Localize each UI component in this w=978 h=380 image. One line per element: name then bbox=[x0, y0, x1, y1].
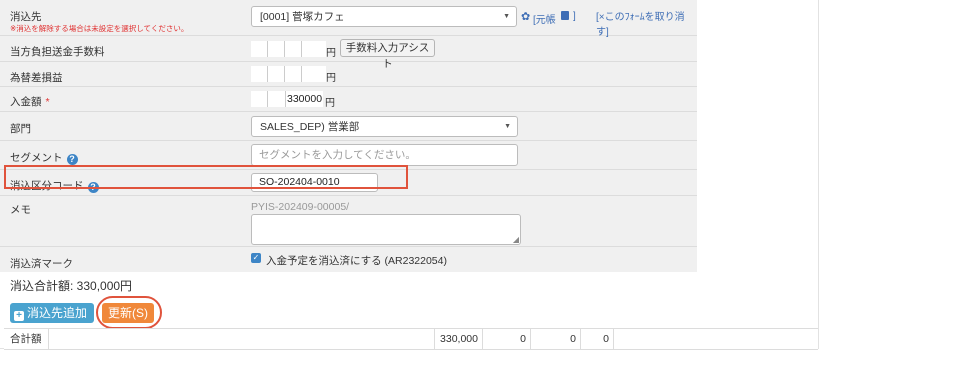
amount-segment bbox=[302, 41, 326, 57]
totals-row: 合計額 330,000 0 0 0 bbox=[4, 328, 818, 350]
segment-input[interactable]: セグメントを入力してください。 bbox=[251, 144, 518, 166]
memo-label: メモ bbox=[10, 204, 31, 216]
deposit-label-wrap: 入金額 * bbox=[10, 94, 50, 109]
amount-segment bbox=[285, 66, 302, 82]
totals-cell: 0 bbox=[530, 329, 580, 349]
amount-segment bbox=[268, 91, 286, 107]
fee-assist-button[interactable]: 手数料入力アシスト bbox=[340, 39, 435, 70]
plus-icon: + bbox=[14, 311, 24, 321]
customer-select-value: [0001] 菅塚カフェ bbox=[260, 11, 345, 23]
resize-handle-icon[interactable]: ◢ bbox=[513, 235, 519, 244]
fx-gain-loss-unit: 円 bbox=[326, 73, 336, 84]
cleared-checkbox[interactable]: ✓ bbox=[251, 253, 261, 263]
fx-gain-loss-label: 為替差損益 bbox=[10, 72, 63, 84]
amount-segment bbox=[285, 41, 302, 57]
help-icon[interactable]: ? bbox=[66, 154, 78, 165]
ledger-link-close: ] bbox=[573, 11, 576, 22]
memo-textarea[interactable]: ◢ bbox=[251, 214, 521, 245]
add-clearing-target-label: 消込先追加 bbox=[27, 306, 88, 320]
deposit-value: 330000 bbox=[286, 91, 324, 107]
row-customer: 消込先 ※消込を解除する場合は未設定を選択してください。 [0001] 菅塚カフ… bbox=[0, 0, 697, 38]
amount-segment bbox=[251, 91, 268, 107]
segment-label-wrap: セグメント? bbox=[10, 150, 78, 165]
deposit-unit: 円 bbox=[325, 98, 335, 109]
amount-segment bbox=[268, 41, 285, 57]
row-memo: メモ PYIS-202409-00005/ ◢ bbox=[0, 196, 697, 247]
ledger-link[interactable]: [元帳 bbox=[533, 11, 556, 26]
required-mark: * bbox=[45, 96, 50, 108]
chevron-down-icon: ▼ bbox=[504, 123, 511, 130]
gear-icon[interactable]: ✿ bbox=[521, 10, 530, 23]
amount-segment bbox=[251, 66, 268, 82]
customer-label: 消込先 bbox=[10, 11, 42, 23]
customer-select[interactable]: [0001] 菅塚カフェ ▼ bbox=[251, 6, 517, 27]
clearing-form: 消込先 ※消込を解除する場合は未設定を選択してください。 [0001] 菅塚カフ… bbox=[0, 0, 697, 272]
clearing-panel: 消込先 ※消込を解除する場合は未設定を選択してください。 [0001] 菅塚カフ… bbox=[0, 0, 819, 350]
highlight-circle bbox=[96, 296, 162, 329]
highlight-box bbox=[4, 165, 408, 189]
transfer-fee-unit: 円 bbox=[326, 48, 336, 59]
row-department: 部門 SALES_DEP) 営業部 ▼ bbox=[0, 112, 697, 141]
totals-cell: 0 bbox=[482, 329, 530, 349]
row-cleared-mark: 消込済マーク ✓ 入金予定を消込済にする (AR2322054) bbox=[0, 247, 697, 272]
deposit-input[interactable]: 330000 bbox=[251, 91, 324, 107]
cleared-checkbox-label[interactable]: 入金予定を消込済にする (AR2322054) bbox=[266, 253, 447, 268]
department-label: 部門 bbox=[10, 123, 31, 135]
add-clearing-target-button[interactable]: + 消込先追加 bbox=[10, 303, 94, 323]
deposit-label: 入金額 bbox=[10, 96, 42, 108]
book-icon[interactable] bbox=[561, 11, 569, 20]
segment-label: セグメント bbox=[10, 152, 63, 164]
transfer-fee-label: 当方負担送金手数料 bbox=[10, 46, 105, 58]
amount-segment bbox=[251, 41, 268, 57]
department-select[interactable]: SALES_DEP) 営業部 ▼ bbox=[251, 116, 518, 137]
chevron-down-icon: ▼ bbox=[503, 13, 510, 20]
clearing-total-text: 消込合計額: 330,000円 bbox=[10, 279, 133, 293]
totals-cell: 0 bbox=[580, 329, 614, 349]
row-transfer-fee: 当方負担送金手数料 円 手数料入力アシスト bbox=[0, 36, 697, 70]
row-fx-gain-loss: 為替差損益 円 bbox=[0, 62, 697, 87]
memo-previous-value: PYIS-202409-00005/ bbox=[251, 201, 350, 213]
totals-spacer-cell bbox=[48, 329, 434, 349]
transfer-fee-input[interactable] bbox=[251, 41, 326, 57]
customer-note: ※消込を解除する場合は未設定を選択してください。 bbox=[10, 24, 189, 33]
totals-cell: 330,000 bbox=[434, 329, 482, 349]
amount-segment bbox=[268, 66, 285, 82]
cleared-mark-label: 消込済マーク bbox=[10, 258, 73, 270]
cancel-form-link[interactable]: [×このﾌｫｰﾑを取り消す] bbox=[596, 8, 697, 38]
row-deposit: 入金額 * 330000 円 bbox=[0, 87, 697, 112]
department-select-value: SALES_DEP) 営業部 bbox=[260, 121, 360, 133]
totals-label: 合計額 bbox=[10, 333, 42, 345]
amount-segment bbox=[302, 66, 326, 82]
fx-gain-loss-input[interactable] bbox=[251, 66, 326, 82]
